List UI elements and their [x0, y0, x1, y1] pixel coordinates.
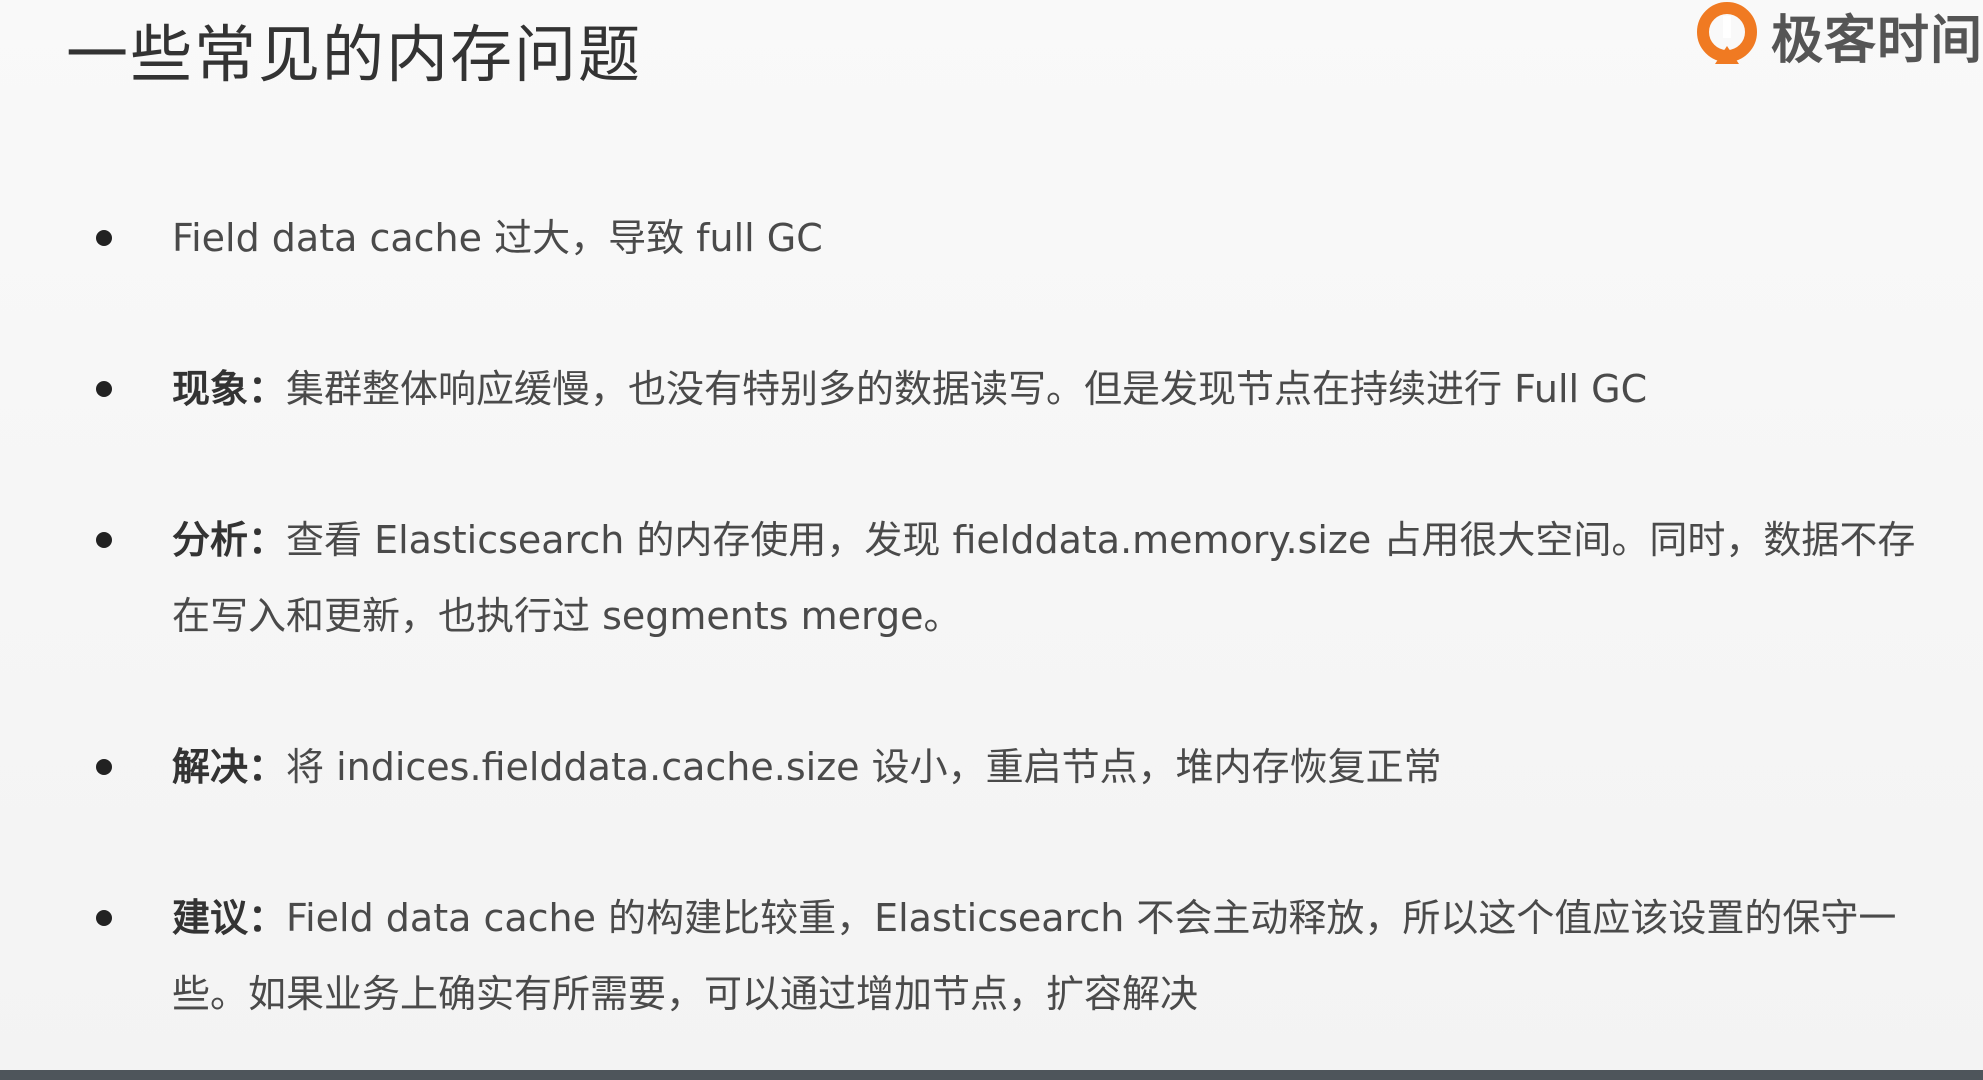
bullet-body: 查看 Elasticsearch 的内存使用，发现 fielddata.memo… — [172, 518, 1916, 638]
page-title: 一些常见的内存问题 — [66, 18, 643, 91]
bullet-body: 集群整体响应缓慢，也没有特别多的数据读写。但是发现节点在持续进行 Full GC — [286, 367, 1648, 411]
bullet-label: 建议： — [172, 896, 287, 940]
bullet-body: Field data cache 过大，导致 full GC — [172, 216, 823, 260]
bullet-text: 建议：Field data cache 的构建比较重，Elasticsearch… — [172, 880, 1952, 1032]
bullet-dot-icon — [96, 230, 112, 246]
bullet-label: 解决： — [172, 745, 287, 789]
bullet-dot-icon — [96, 759, 112, 775]
brand-logo-text: 极客时间 — [1770, 10, 1983, 71]
bullet-text: 解决：将 indices.fielddata.cache.size 设小，重启节… — [172, 729, 1442, 805]
list-item: 现象：集群整体响应缓慢，也没有特别多的数据读写。但是发现节点在持续进行 Full… — [96, 351, 1956, 427]
bullet-text: Field data cache 过大，导致 full GC — [172, 200, 823, 276]
bullet-body: 将 indices.fielddata.cache.size 设小，重启节点，堆… — [286, 745, 1442, 789]
brand-logo: 极客时间 — [1695, 0, 1983, 71]
list-item: 解决：将 indices.fielddata.cache.size 设小，重启节… — [96, 729, 1956, 805]
list-item: 分析：查看 Elasticsearch 的内存使用，发现 fielddata.m… — [96, 502, 1956, 654]
bullet-list: Field data cache 过大，导致 full GC 现象：集群整体响应… — [96, 200, 1956, 1080]
bullet-text: 分析：查看 Elasticsearch 的内存使用，发现 fielddata.m… — [172, 502, 1952, 654]
slide: 一些常见的内存问题 极客时间 Field data cache 过大，导致 fu… — [0, 0, 1983, 1080]
bullet-label: 分析： — [172, 518, 287, 562]
list-item: 建议：Field data cache 的构建比较重，Elasticsearch… — [96, 880, 1956, 1032]
bullet-body: Field data cache 的构建比较重，Elasticsearch 不会… — [172, 896, 1897, 1016]
bullet-text: 现象：集群整体响应缓慢，也没有特别多的数据读写。但是发现节点在持续进行 Full… — [172, 351, 1647, 427]
list-item: Field data cache 过大，导致 full GC — [96, 200, 1956, 276]
bottom-bar — [0, 1070, 1983, 1080]
bullet-dot-icon — [96, 532, 112, 548]
bullet-label: 现象： — [172, 367, 287, 411]
geektime-logo-icon — [1696, 2, 1757, 64]
bullet-dot-icon — [96, 910, 112, 926]
bullet-dot-icon — [96, 381, 112, 397]
